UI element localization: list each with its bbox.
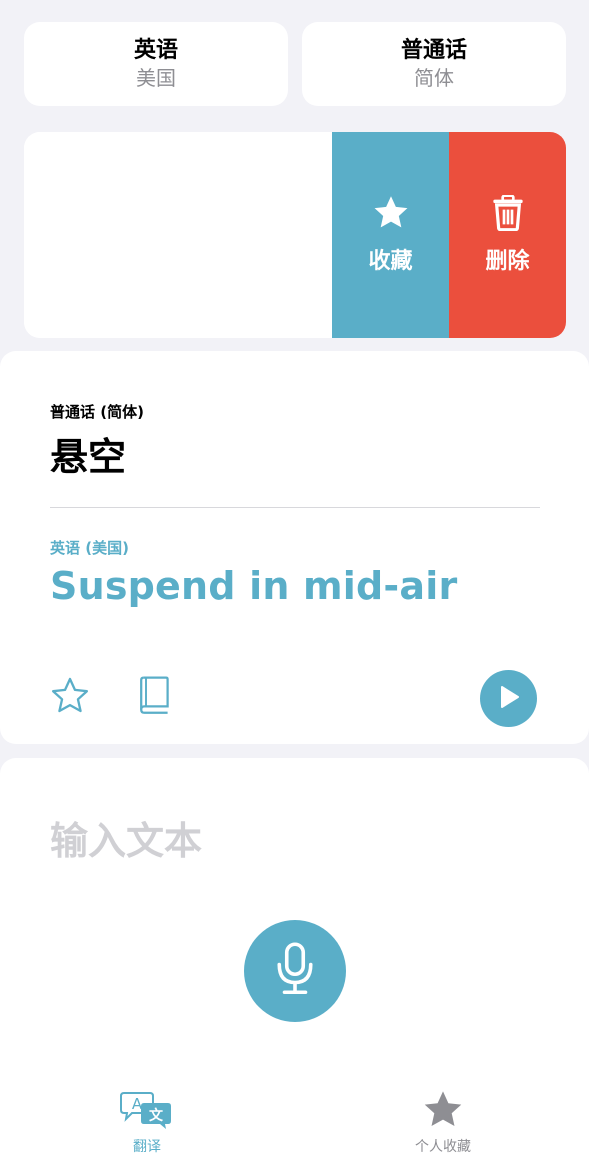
dictionary-button[interactable]: [136, 676, 172, 720]
svg-text:文: 文: [149, 1107, 164, 1124]
source-language-label: 普通话 (简体): [50, 403, 144, 421]
text-input-placeholder[interactable]: 输入文本: [50, 810, 202, 865]
play-icon: [498, 685, 520, 713]
tab-favorites[interactable]: 个人收藏: [402, 1090, 484, 1156]
source-language-region: 美国: [136, 66, 176, 90]
trash-icon: [492, 194, 524, 237]
delete-action-button[interactable]: 删除: [449, 132, 566, 338]
star-icon: [422, 1090, 464, 1134]
play-button[interactable]: [480, 670, 537, 727]
star-outline-icon: [50, 677, 90, 719]
microphone-icon: [275, 942, 315, 1000]
target-language-button[interactable]: 普通话 简体: [302, 22, 566, 106]
delete-action-label: 删除: [485, 249, 530, 274]
history-row-swiped[interactable]: 收藏 删除: [24, 132, 566, 338]
favorite-action-button[interactable]: 收藏: [332, 132, 449, 338]
microphone-button[interactable]: [244, 920, 346, 1022]
target-language-region: 简体: [414, 66, 454, 90]
favorite-action-label: 收藏: [368, 249, 413, 274]
translate-icon: A 文: [120, 1090, 174, 1134]
target-language-label: 英语 (美国): [50, 539, 129, 557]
source-language-button[interactable]: 英语 美国: [24, 22, 288, 106]
card-divider: [50, 507, 540, 508]
translated-text: Suspend in mid-air: [50, 564, 458, 608]
favorite-button[interactable]: [48, 677, 92, 719]
target-language-name: 普通话: [400, 38, 467, 63]
source-language-name: 英语: [133, 38, 178, 63]
star-filled-icon: [372, 195, 410, 237]
tab-favorites-label: 个人收藏: [415, 1139, 471, 1155]
tab-translate-label: 翻译: [133, 1139, 161, 1155]
source-text: 悬空: [50, 435, 127, 479]
history-row-content[interactable]: [24, 132, 332, 338]
tab-translate[interactable]: A 文 翻译: [112, 1090, 182, 1156]
book-icon: [138, 676, 170, 720]
